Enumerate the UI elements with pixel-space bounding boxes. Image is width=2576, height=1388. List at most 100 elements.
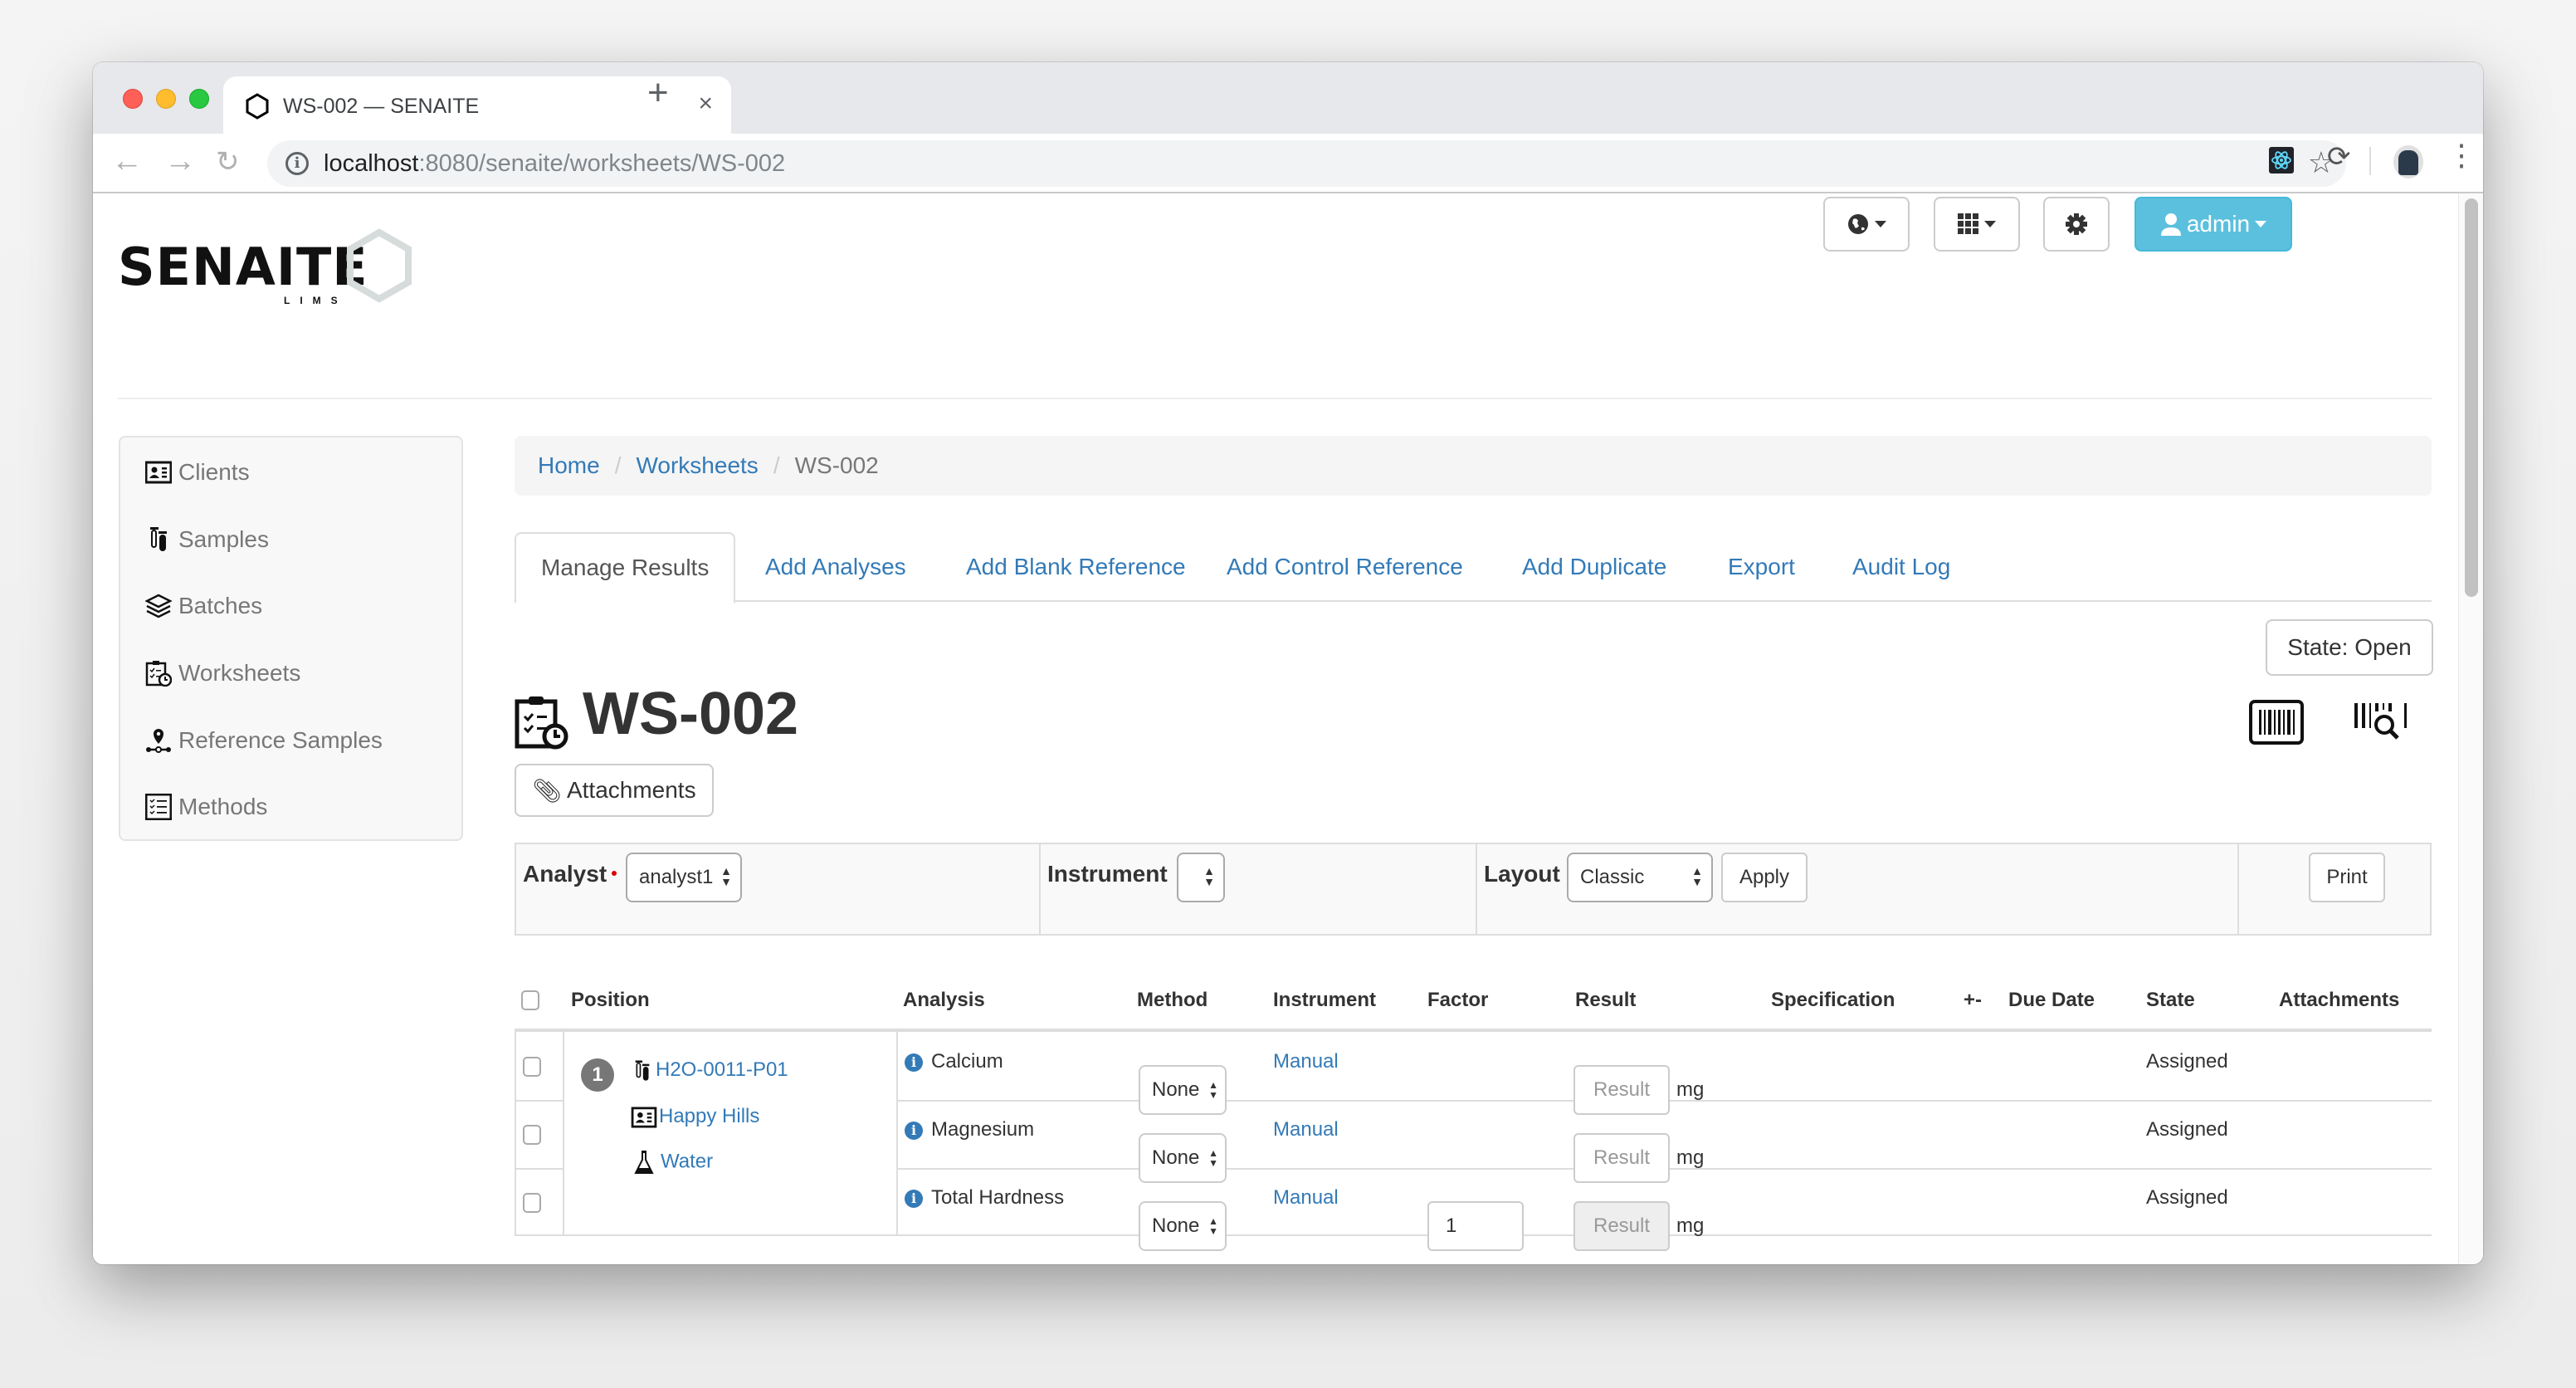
apps-dropdown-button[interactable]	[1934, 197, 2020, 252]
result-unit: mg	[1676, 1146, 1705, 1169]
row-divider	[515, 1168, 563, 1170]
tab-manage-results[interactable]: Manage Results	[515, 532, 736, 604]
tab-title: WS-002 — SENAITE	[283, 95, 480, 118]
tab-export[interactable]: Export	[1703, 532, 1820, 602]
page-content: SENAITE LIMS admin Clients Samples Batch…	[93, 193, 2458, 1264]
column-header-due-date[interactable]: Due Date	[2008, 989, 2095, 1012]
tab-add-analyses[interactable]: Add Analyses	[740, 532, 931, 602]
browser-menu-icon[interactable]: ⋮	[2447, 140, 2476, 170]
back-arrow-icon[interactable]: ←	[111, 144, 143, 179]
sidebar-item-batches[interactable]: Batches	[145, 589, 262, 623]
senaite-logo[interactable]: SENAITE LIMS	[118, 228, 417, 306]
close-window-button[interactable]	[123, 89, 143, 109]
column-header-attachments[interactable]: Attachments	[2279, 989, 2399, 1012]
scrollbar-thumb[interactable]	[2465, 198, 2478, 597]
sidebar-item-clients[interactable]: Clients	[145, 456, 250, 489]
barcode-search-icon[interactable]	[2354, 701, 2409, 747]
method-select[interactable]: None ▲ ▼	[1139, 1133, 1227, 1183]
apply-layout-button[interactable]: Apply	[1721, 853, 1808, 902]
select-arrows-icon: ▲ ▼	[1208, 1147, 1218, 1169]
column-header-analysis[interactable]: Analysis	[903, 989, 985, 1012]
header-divider	[118, 398, 2432, 399]
sidebar-item-worksheets[interactable]: Worksheets	[145, 657, 300, 690]
analyst-select[interactable]: analyst1 ▲ ▼	[626, 853, 742, 902]
settings-button[interactable]	[2043, 197, 2110, 252]
barcode-print-icon[interactable]	[2249, 700, 2304, 749]
language-dropdown-button[interactable]	[1823, 197, 1910, 252]
row-checkbox[interactable]	[523, 1193, 541, 1213]
info-icon[interactable]: i	[905, 1121, 923, 1140]
address-bar[interactable]: i localhost:8080/senaite/worksheets/WS-0…	[267, 140, 2346, 187]
column-header-uncertainty[interactable]: +-	[1964, 989, 1982, 1012]
sidebar-item-samples[interactable]: Samples	[145, 523, 269, 556]
breadcrumb-home[interactable]: Home	[538, 452, 600, 479]
column-header-method[interactable]: Method	[1137, 989, 1208, 1012]
layout-select[interactable]: Classic ▲ ▼	[1567, 853, 1713, 902]
user-name: admin	[2186, 211, 2251, 237]
caret-down-icon	[1984, 221, 1996, 227]
column-header-state[interactable]: State	[2146, 989, 2195, 1012]
caret-down-icon	[1875, 221, 1886, 227]
factor-input[interactable]: 1	[1427, 1201, 1524, 1251]
row-checkbox[interactable]	[523, 1057, 541, 1077]
column-header-specification[interactable]: Specification	[1771, 989, 1895, 1012]
sidebar-item-reference-samples[interactable]: Reference Samples	[145, 724, 383, 757]
breadcrumb: Home / Worksheets / WS-002	[515, 436, 2432, 496]
maximize-window-button[interactable]	[189, 89, 209, 109]
column-header-result[interactable]: Result	[1575, 989, 1636, 1012]
column-header-instrument[interactable]: Instrument	[1273, 989, 1376, 1012]
tab-add-duplicate[interactable]: Add Duplicate	[1497, 532, 1691, 602]
minimize-window-button[interactable]	[156, 89, 176, 109]
print-button[interactable]: Print	[2309, 853, 2385, 902]
instrument-select[interactable]: ▲ ▼	[1177, 853, 1225, 902]
sample-type-link[interactable]: Water	[634, 1150, 713, 1175]
test-tubes-icon	[145, 526, 172, 553]
client-link[interactable]: Happy Hills	[631, 1105, 759, 1128]
logo-subtitle: LIMS	[284, 295, 348, 306]
worksheet-clipboard-icon	[515, 695, 569, 754]
method-select[interactable]: None ▲ ▼	[1139, 1201, 1227, 1251]
analysis-state: Assigned	[2146, 1050, 2228, 1073]
logo-wordmark: SENAITE	[118, 237, 368, 297]
worksheet-toolbar: Analyst analyst1 ▲ ▼ Instrument ▲ ▼ Layout…	[515, 843, 2432, 936]
sidebar-item-methods[interactable]: Methods	[145, 790, 267, 824]
state-button[interactable]: State: Open	[2266, 619, 2433, 676]
instrument-link[interactable]: Manual	[1273, 1186, 1339, 1210]
info-icon[interactable]: i	[905, 1189, 923, 1208]
select-arrows-icon: ▲ ▼	[720, 864, 732, 888]
vertical-scrollbar[interactable]	[2458, 193, 2483, 1264]
column-header-position[interactable]: Position	[571, 989, 650, 1012]
site-info-icon[interactable]: i	[285, 152, 309, 175]
tab-add-blank-reference[interactable]: Add Blank Reference	[941, 532, 1211, 602]
user-menu-button[interactable]: admin	[2134, 197, 2292, 252]
breadcrumb-worksheets[interactable]: Worksheets	[636, 452, 758, 479]
column-header-factor[interactable]: Factor	[1427, 989, 1488, 1012]
sample-link[interactable]: H2O-0011-P01	[634, 1058, 788, 1083]
test-tubes-icon	[635, 1060, 650, 1081]
result-input[interactable]: Result	[1573, 1133, 1670, 1183]
profile-avatar[interactable]	[2393, 145, 2423, 178]
new-tab-button[interactable]: +	[647, 72, 669, 114]
result-input[interactable]: Result	[1573, 1065, 1670, 1115]
info-icon[interactable]: i	[905, 1053, 923, 1072]
row-checkbox[interactable]	[523, 1125, 541, 1145]
instrument-label: Instrument	[1047, 861, 1168, 887]
sync-extension-icon[interactable]: ⟳	[2327, 140, 2351, 174]
tab-add-control-reference[interactable]: Add Control Reference	[1202, 532, 1488, 602]
instrument-link[interactable]: Manual	[1273, 1050, 1339, 1073]
select-all-checkbox[interactable]	[521, 990, 539, 1010]
instrument-link[interactable]: Manual	[1273, 1118, 1339, 1141]
reference-pin-icon	[145, 727, 172, 754]
browser-toolbar: ← → ↻ i localhost:8080/senaite/worksheet…	[93, 134, 2483, 193]
attachments-button[interactable]: 📎︎ Attachments	[515, 764, 714, 817]
close-tab-icon[interactable]: ×	[698, 90, 713, 118]
react-devtools-extension-icon[interactable]	[2269, 147, 2294, 174]
toolbar-divider	[2369, 147, 2371, 175]
reload-icon[interactable]: ↻	[216, 145, 240, 178]
tab-audit-log[interactable]: Audit Log	[1827, 532, 1975, 602]
table-border	[896, 1032, 898, 1236]
sidebar-item-label: Methods	[178, 794, 268, 819]
method-select[interactable]: None ▲ ▼	[1139, 1065, 1227, 1115]
sidebar-item-label: Clients	[178, 459, 250, 485]
forward-arrow-icon[interactable]: →	[164, 144, 196, 179]
